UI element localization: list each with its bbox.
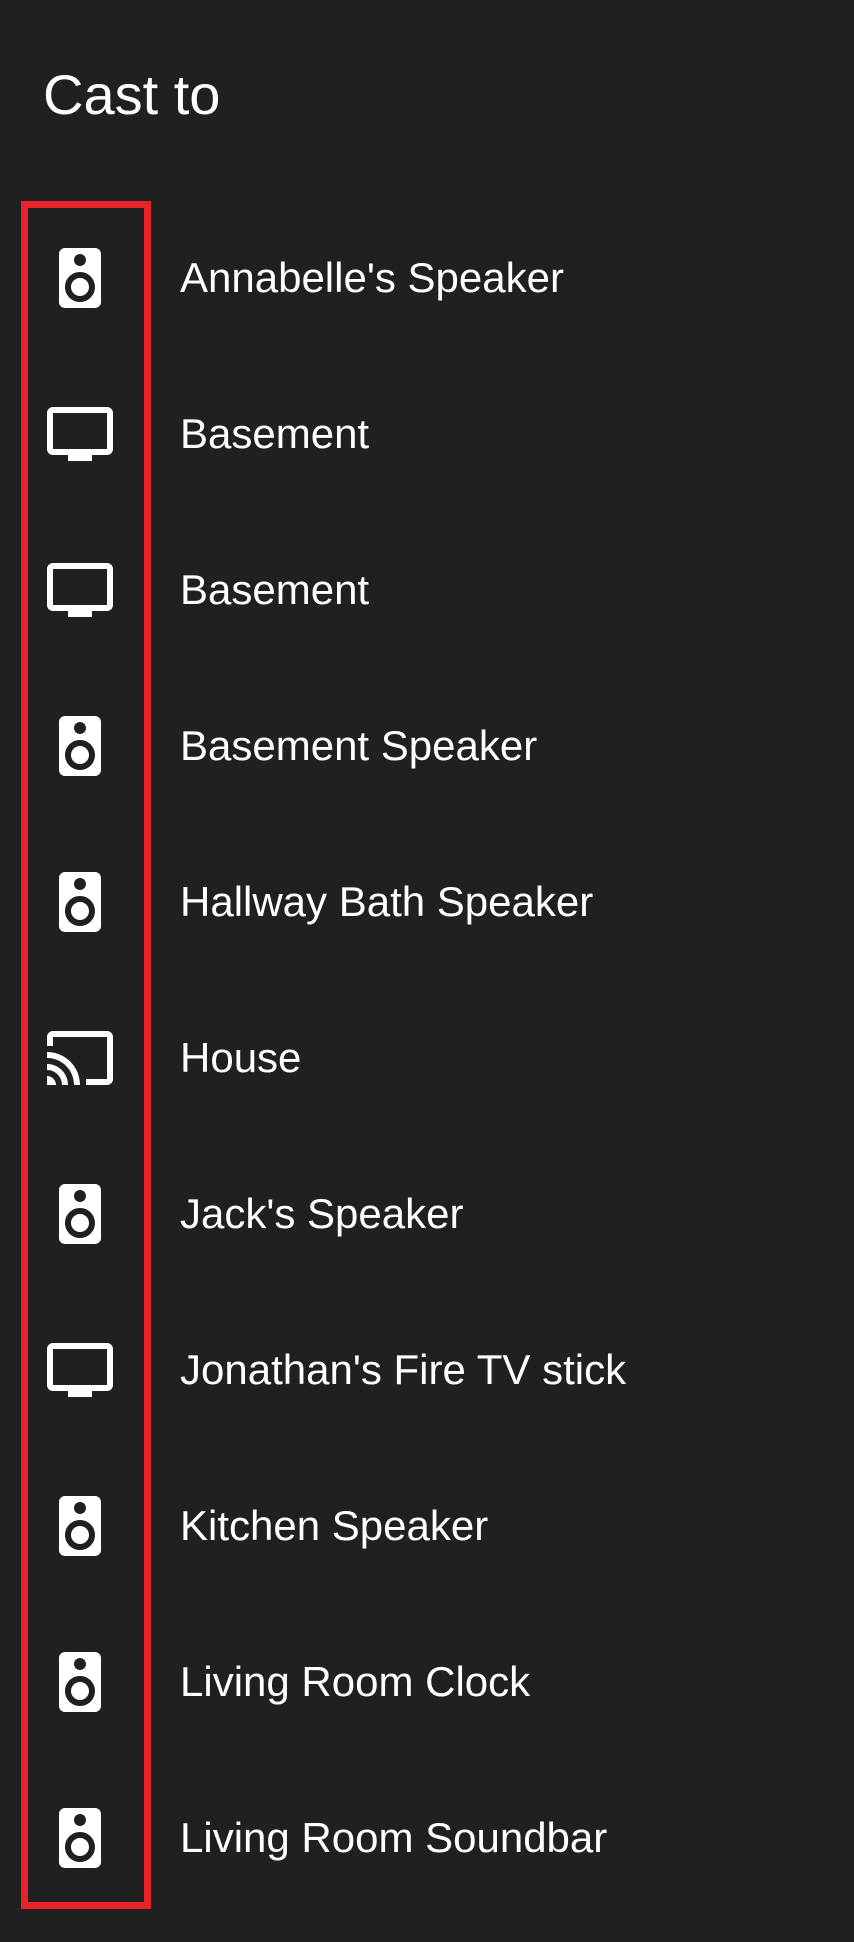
tv-icon [44, 1334, 116, 1406]
speaker-icon [44, 710, 116, 782]
device-name: Basement [180, 566, 370, 613]
speaker-icon [44, 242, 116, 314]
device-item[interactable]: Kitchen Speaker [0, 1448, 854, 1604]
tv-icon [44, 398, 116, 470]
speaker-icon [44, 866, 116, 938]
cast-icon [44, 1022, 116, 1094]
device-item[interactable]: Hallway Bath Speaker [0, 824, 854, 980]
device-name: Jack's Speaker [180, 1190, 464, 1237]
speaker-icon [44, 1490, 116, 1562]
device-item[interactable]: Jack's Speaker [0, 1136, 854, 1292]
device-item[interactable]: Basement [0, 512, 854, 668]
device-item[interactable]: Basement Speaker [0, 668, 854, 824]
device-name: Kitchen Speaker [180, 1502, 489, 1549]
speaker-icon [44, 1646, 116, 1718]
tv-icon [44, 554, 116, 626]
device-name: Hallway Bath Speaker [180, 878, 594, 925]
device-name: Basement Speaker [180, 722, 538, 769]
device-name: House [180, 1034, 302, 1081]
device-item[interactable]: House [0, 980, 854, 1136]
device-name: Annabelle's Speaker [180, 254, 564, 301]
speaker-icon [44, 1178, 116, 1250]
device-item[interactable]: Annabelle's Speaker [0, 200, 854, 356]
device-item[interactable]: Jonathan's Fire TV stick [0, 1292, 854, 1448]
device-name: Living Room Clock [180, 1658, 531, 1705]
device-name: Basement [180, 410, 370, 457]
dialog-title: Cast to [43, 63, 221, 126]
cast-dialog: Cast to Annabelle's Speaker Basement Bas… [0, 0, 854, 1942]
device-item[interactable]: Living Room Soundbar [0, 1760, 854, 1916]
speaker-icon [44, 1802, 116, 1874]
device-name: Living Room Soundbar [180, 1814, 608, 1861]
device-item[interactable]: Basement [0, 356, 854, 512]
device-name: Jonathan's Fire TV stick [180, 1346, 627, 1393]
device-list: Annabelle's Speaker Basement Basement Ba… [0, 200, 854, 1916]
device-item[interactable]: Living Room Clock [0, 1604, 854, 1760]
